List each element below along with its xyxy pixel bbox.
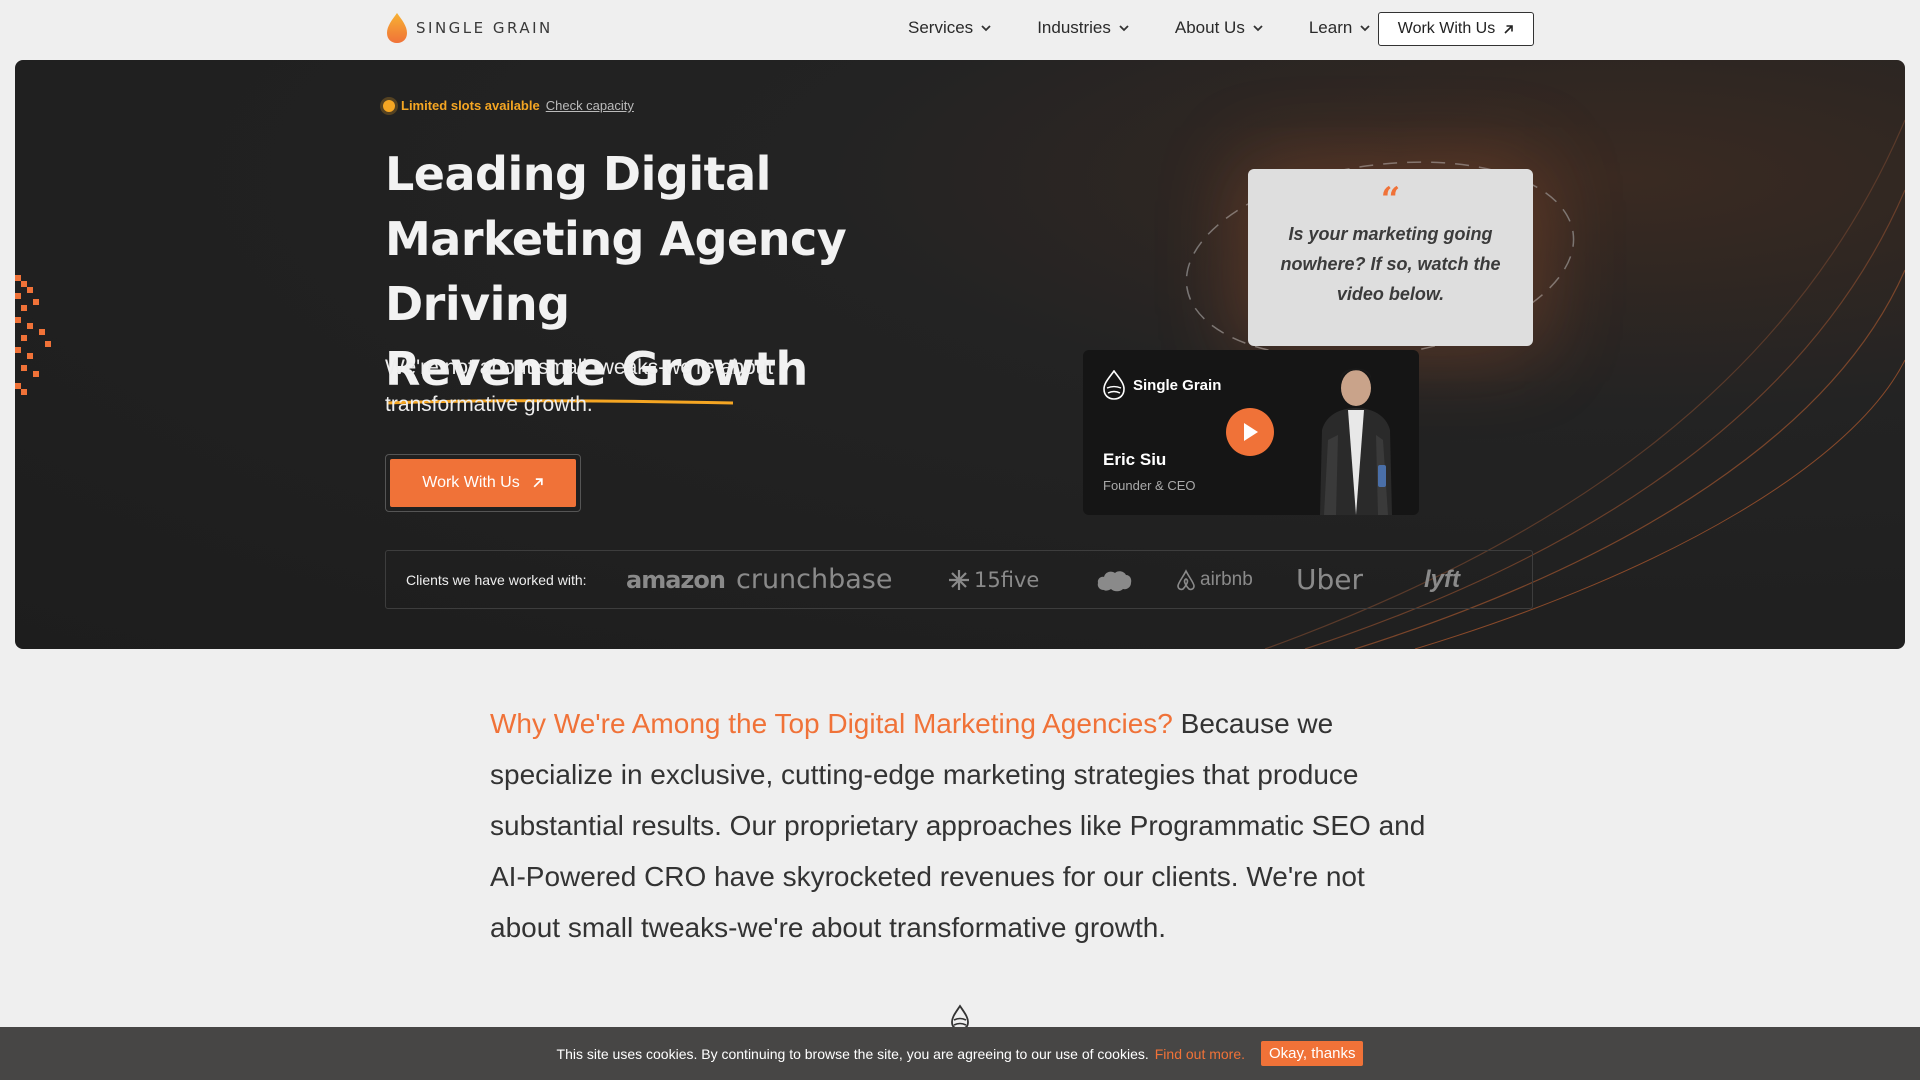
why-heading: Why We're Among the Top Digital Marketin…: [490, 708, 1173, 739]
client-logo-airbnb-text: airbnb: [1200, 568, 1253, 590]
headline-line: Marketing Agency: [385, 212, 847, 266]
video-card[interactable]: Single Grain Eric Siu Founder & CEO: [1083, 350, 1419, 515]
quote-icon: “: [1380, 180, 1401, 220]
speaker-name: Eric Siu: [1103, 450, 1167, 469]
cookie-banner: This site uses cookies. By continuing to…: [0, 1027, 1920, 1080]
nav-learn[interactable]: Learn: [1309, 18, 1370, 38]
nav-work-with-us-button[interactable]: Work With Us: [1378, 12, 1534, 46]
client-logo-crunchbase: crunchbase: [736, 564, 893, 595]
client-logo-lyft: lyft: [1424, 565, 1460, 593]
hero-subhead: We're not about small tweaks-we're about…: [385, 356, 774, 416]
chevron-down-icon: [981, 25, 991, 32]
nav-label: Services: [908, 18, 974, 37]
logo-text: SINGLE GRAIN: [416, 19, 553, 37]
airbnb-belo-icon: [1177, 568, 1195, 590]
headline-line: Leading Digital: [385, 147, 771, 201]
pixel-pattern-decoration: [15, 275, 51, 395]
client-logo-15five: 15five: [948, 568, 1096, 592]
15five-burst-icon: [949, 569, 969, 590]
video-brand-name: Single Grain: [1133, 376, 1222, 394]
chevron-down-icon: [1360, 25, 1370, 32]
logo[interactable]: SINGLE GRAIN: [386, 12, 553, 44]
chevron-down-icon: [1119, 25, 1129, 32]
single-grain-logo-icon: [1103, 370, 1125, 400]
chevron-down-icon: [1253, 25, 1263, 32]
cookie-accept-button[interactable]: Okay, thanks: [1261, 1041, 1364, 1066]
top-nav: SINGLE GRAIN Services Industries About U…: [0, 0, 1920, 60]
hero-cta-label: Work With Us: [422, 474, 520, 491]
single-grain-logo-icon: [387, 13, 407, 43]
client-logo-salesforce: [1096, 568, 1176, 592]
client-logo-airbnb: airbnb: [1176, 569, 1296, 591]
nav-about-us[interactable]: About Us: [1175, 18, 1263, 38]
speaker-photo: [1320, 368, 1392, 515]
cookie-text: This site uses cookies. By continuing to…: [556, 1045, 1149, 1062]
speaker-role: Founder & CEO: [1103, 478, 1196, 493]
nav-label: Learn: [1308, 18, 1353, 37]
play-icon: [1244, 423, 1258, 441]
play-button[interactable]: [1226, 408, 1274, 456]
why-paragraph: Why We're Among the Top Digital Marketin…: [490, 698, 1430, 953]
hero-section: Limited slots available Check capacity L…: [15, 60, 1905, 649]
client-logo-amazon: amazon: [626, 565, 726, 594]
arrow-up-right-icon: [533, 478, 543, 488]
quote-card: “ Is your marketing going nowhere? If so…: [1248, 169, 1533, 346]
clients-label: Clients we have worked with:: [406, 571, 587, 588]
nav-label: Industries: [1037, 18, 1111, 37]
quote-text: Is your marketing going nowhere? If so, …: [1280, 224, 1501, 304]
badge-text: Limited slots available: [401, 98, 540, 113]
hero-work-with-us-button[interactable]: Work With Us: [390, 459, 576, 507]
arrow-up-right-icon: [1504, 24, 1514, 34]
video-brand: Single Grain: [1103, 370, 1221, 400]
availability-badge: Limited slots available Check capacity: [383, 98, 634, 113]
nav-label: About Us: [1174, 18, 1245, 37]
clients-strip: Clients we have worked with: amazon crun…: [385, 550, 1533, 609]
client-logo-uber: Uber: [1296, 563, 1364, 596]
nav-cta-label: Work With Us: [1397, 20, 1496, 37]
salesforce-cloud-icon: [1097, 570, 1132, 591]
headline-line: Driving: [385, 277, 570, 331]
cookie-find-out-more-link[interactable]: Find out more.: [1155, 1046, 1245, 1062]
why-body: Because we specialize in exclusive, cutt…: [490, 708, 1426, 943]
hero-cta-frame: Work With Us: [385, 454, 581, 512]
check-capacity-link[interactable]: Check capacity: [546, 98, 634, 113]
client-logo-15five-text: 15five: [974, 567, 1040, 592]
nav-industries[interactable]: Industries: [1037, 18, 1129, 38]
status-dot-icon: [383, 99, 395, 112]
nav-services[interactable]: Services: [908, 18, 991, 38]
